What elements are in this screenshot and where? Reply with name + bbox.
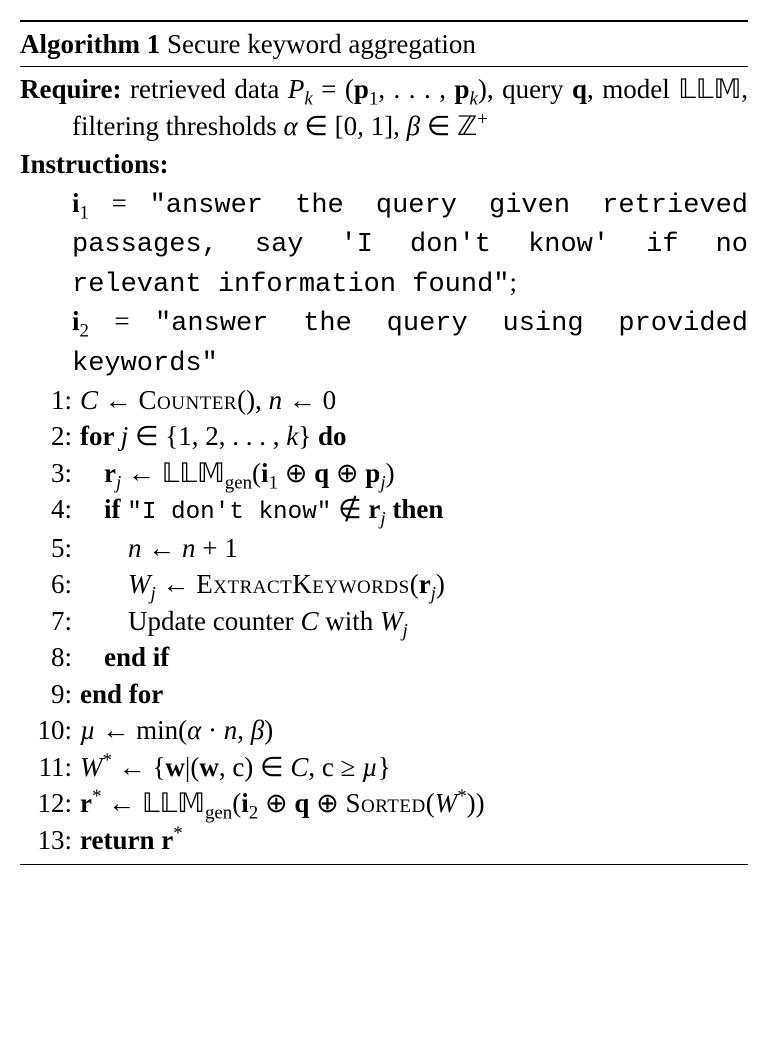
algo-line-7: 7: Update counter C with Wj [20,603,748,639]
require-line: Require: retrieved data Pk = (p1, . . . … [20,71,748,144]
algo-line-8: 8: end if [20,639,748,675]
algorithm-block: Algorithm 1 Secure keyword aggregation R… [20,20,748,865]
algo-line-11: 11: W* ← {w|(w, c) ∈ C, c ≥ µ} [20,749,748,785]
algo-line-5: 5: n ← n + 1 [20,530,748,566]
algo-line-6: 6: Wj ← ExtractKeywords(rj) [20,566,748,602]
instruction-i2: i2 = "answer the query using provided ke… [20,303,748,382]
instructions-header: Instructions: [20,144,748,184]
algorithm-number: Algorithm 1 [20,29,160,59]
algo-line-13: 13: return r* [20,822,748,858]
algo-line-1: 1: C ← Counter(), n ← 0 [20,382,748,418]
require-label: Require: [20,74,122,104]
instruction-i1: i1 = "answer the query given retrieved p… [20,185,748,303]
algo-line-9: 9: end for [20,676,748,712]
algorithm-name: Secure keyword aggregation [160,29,476,59]
algo-line-3: 3: rj ← 𝕃𝕃𝕄gen(i1 ⊕ q ⊕ pj) [20,455,748,491]
algorithm-title: Algorithm 1 Secure keyword aggregation [20,22,748,67]
algorithm-body: Require: retrieved data Pk = (p1, . . . … [20,67,748,864]
algo-line-4: 4: if "I don't know" ∉ rj then [20,491,748,530]
algo-line-2: 2: for j ∈ {1, 2, . . . , k} do [20,418,748,454]
algo-line-12: 12: r* ← 𝕃𝕃𝕄gen(i2 ⊕ q ⊕ Sorted(W*)) [20,785,748,821]
algo-line-10: 10: µ ← min(α · n, β) [20,712,748,748]
